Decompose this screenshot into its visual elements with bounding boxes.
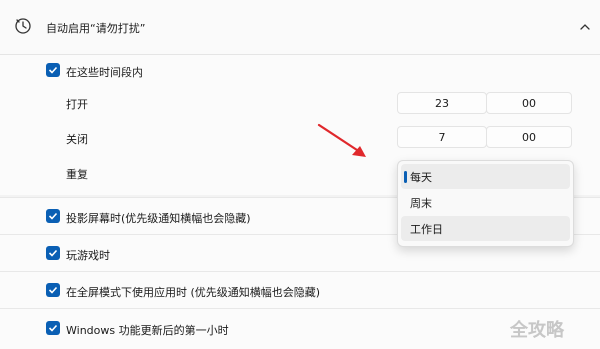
schedule-checkbox[interactable] [46,63,60,77]
rule-checkbox[interactable] [46,283,60,297]
rule-checkbox[interactable] [46,209,60,223]
option-label: 周末 [410,196,432,210]
repeat-label: 重复 [66,168,88,181]
off-hour-field[interactable]: 7 [397,126,487,148]
check-icon [48,324,58,332]
repeat-option-weekdays[interactable]: 工作日 [401,216,570,241]
header-title: 自动启用“请勿打扰” [46,22,146,35]
off-minute-field[interactable]: 00 [486,126,572,148]
rule-row-fullscreen[interactable]: 在全屏模式下使用应用时 (优先级通知横幅也会隐藏) [0,271,600,308]
check-icon [48,66,58,74]
rule-checkbox[interactable] [46,246,60,260]
rule-checkbox[interactable] [46,321,60,335]
schedule-checkbox-label: 在这些时间段内 [66,66,143,79]
check-icon [48,212,58,220]
repeat-dropdown[interactable]: 每天 周末 工作日 [397,160,574,247]
chevron-up-icon[interactable] [579,21,591,33]
annotation-arrow-icon [317,123,366,157]
check-icon [48,249,58,257]
repeat-option-weekend[interactable]: 周末 [401,190,570,215]
rule-label: 玩游戏时 [66,249,110,262]
clock-icon [15,18,31,34]
watermark-logo: 全攻略 [510,320,564,341]
rule-label: 在全屏模式下使用应用时 (优先级通知横幅也会隐藏) [66,286,321,299]
off-time-label: 关闭 [66,133,88,146]
on-hour-field[interactable]: 23 [397,92,487,114]
check-icon [48,286,58,294]
option-label: 每天 [410,170,432,184]
rule-label: Windows 功能更新后的第一小时 [66,324,229,337]
option-label: 工作日 [410,222,443,236]
repeat-option-daily[interactable]: 每天 [401,164,570,189]
selection-indicator [404,171,407,183]
on-time-label: 打开 [66,98,88,111]
rule-label: 投影屏幕时(优先级通知横幅也会隐藏) [66,212,251,225]
on-minute-field[interactable]: 00 [486,92,572,114]
dnd-auto-header[interactable]: 自动启用“请勿打扰” [0,0,600,55]
